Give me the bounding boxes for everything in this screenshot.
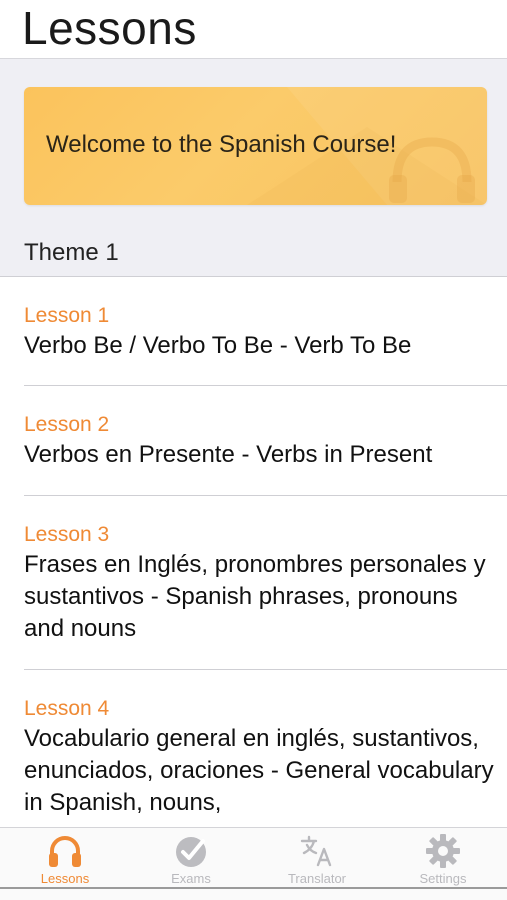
tab-bar: Lessons Exams Translator Settings: [0, 827, 507, 900]
tab-exams[interactable]: Exams: [128, 828, 254, 892]
lesson-item-1[interactable]: Lesson 1 Verbo Be / Verbo To Be - Verb T…: [0, 277, 507, 386]
lesson-number: Lesson 2: [24, 413, 110, 436]
headphones-icon: [49, 836, 81, 867]
tab-lessons[interactable]: Lessons: [2, 828, 128, 892]
lesson-number: Lesson 4: [24, 697, 110, 720]
welcome-banner[interactable]: Welcome to the Spanish Course!: [24, 87, 487, 205]
lessons-screen: Lessons Welcome to the Spanish Course! T…: [0, 0, 507, 900]
banner-text: Welcome to the Spanish Course!: [46, 131, 397, 158]
lesson-title: Vocabulario general en inglés, sustantiv…: [24, 725, 494, 816]
lesson-title: Verbos en Presente - Verbs in Present: [24, 441, 433, 468]
header-area: Welcome to the Spanish Course! Theme 1: [0, 59, 507, 277]
lesson-number: Lesson 1: [24, 304, 110, 327]
lesson-title: Frases en Inglés, pronombres personales …: [24, 551, 486, 642]
gear-icon: [426, 834, 460, 868]
lesson-item-4[interactable]: Lesson 4 Vocabulario general en inglés, …: [0, 670, 507, 827]
tab-translator[interactable]: Translator: [254, 828, 380, 892]
tab-label: Exams: [171, 871, 211, 886]
lesson-item-2[interactable]: Lesson 2 Verbos en Presente - Verbs in P…: [0, 386, 507, 496]
tab-label: Translator: [287, 871, 347, 886]
tab-settings[interactable]: Settings: [380, 828, 506, 892]
translate-icon: [300, 835, 332, 867]
tab-label: Settings: [419, 871, 467, 886]
page-title: Lessons: [22, 2, 197, 54]
lesson-item-3[interactable]: Lesson 3 Frases en Inglés, pronombres pe…: [0, 496, 507, 670]
section-header: Theme 1: [24, 239, 119, 266]
lesson-title: Verbo Be / Verbo To Be - Verb To Be: [24, 332, 412, 359]
checkmark-circle-icon: [176, 837, 206, 867]
tab-label: Lessons: [40, 871, 90, 886]
lesson-number: Lesson 3: [24, 523, 110, 546]
bottom-divider: [0, 887, 507, 889]
